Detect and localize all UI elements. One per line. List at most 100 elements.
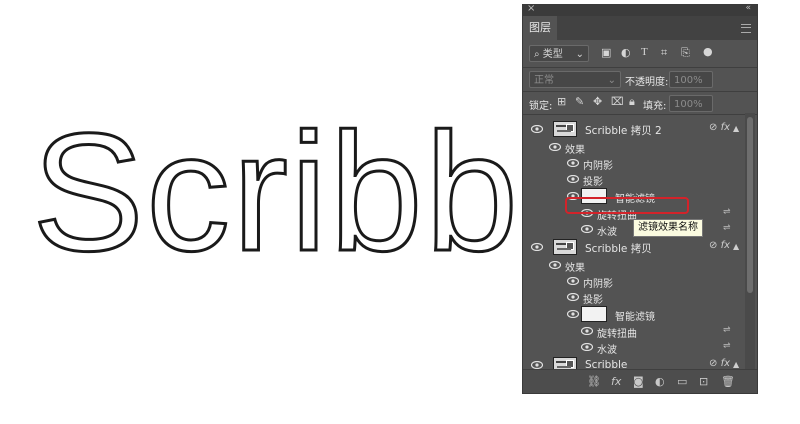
effects-label: 效果 [565, 145, 585, 156]
visibility-eye-icon[interactable] [567, 293, 579, 301]
delete-layer-icon[interactable]: 🗑︎ [721, 375, 735, 388]
visibility-eye-icon[interactable] [531, 125, 543, 133]
filter-kind-select[interactable]: ⌕ 类型 ⌄ [529, 45, 589, 62]
fill-label: 填充: [643, 101, 667, 112]
fill-value: 100% [674, 99, 703, 110]
fill-field[interactable]: 100% [669, 95, 713, 112]
canvas-text: Scribbl [32, 118, 522, 278]
effect-label: 投影 [583, 177, 603, 188]
effect-row[interactable]: 内阴影 [523, 155, 745, 172]
opacity-field[interactable]: 100% [669, 71, 713, 88]
panel-menu-icon[interactable] [741, 24, 751, 33]
link-layers-icon[interactable]: ⛓ [587, 375, 601, 388]
layer-name: Scribble 拷贝 [585, 243, 652, 255]
visibility-eye-icon[interactable] [567, 277, 579, 285]
layer-thumbnail [553, 239, 577, 255]
new-group-icon[interactable]: ▭ [677, 375, 687, 388]
effect-label: 内阴影 [583, 161, 613, 172]
lock-artboard-icon[interactable]: ⌧ [611, 95, 624, 108]
layer-name: Scribble 拷贝 2 [585, 125, 662, 137]
new-layer-icon[interactable]: ⊡ [699, 375, 708, 388]
lock-brush-icon[interactable]: ✎ [575, 95, 584, 108]
filter-row[interactable]: 旋转扭曲 ⇌ [523, 323, 745, 340]
smart-object-filter-icon[interactable]: ⎘ [681, 46, 690, 60]
effect-label: 投影 [583, 295, 603, 306]
visibility-eye-icon[interactable] [567, 159, 579, 167]
pixel-filter-icon[interactable]: ▣ [601, 46, 611, 59]
tooltip: 滤镜效果名称 [633, 219, 703, 237]
add-style-icon[interactable]: fx [611, 375, 621, 388]
fx-icon[interactable]: ⊘ fx [709, 358, 730, 369]
smart-object-badge-icon [566, 242, 574, 250]
tab-layers[interactable]: 图层 [523, 16, 557, 40]
chevron-down-icon: ⌄ [607, 75, 616, 86]
type-filter-icon[interactable]: T [641, 46, 648, 58]
divider [523, 91, 757, 92]
close-icon[interactable]: × [527, 5, 535, 14]
shape-filter-icon[interactable]: ⌗ [661, 46, 667, 60]
collapse-icon[interactable]: « [745, 5, 751, 13]
fx-icon[interactable]: ⊘ fx [709, 122, 730, 133]
visibility-eye-icon[interactable] [531, 361, 543, 369]
opacity-value: 100% [674, 75, 703, 86]
filter-options-icon[interactable]: ⇌ [723, 223, 731, 233]
filter-mask-thumbnail [581, 306, 607, 322]
filter-label: 水波 [597, 345, 617, 356]
divider [523, 67, 757, 68]
adjustment-filter-icon[interactable]: ◐ [621, 46, 631, 59]
effects-row[interactable]: 效果 [523, 139, 745, 156]
panel-titlebar: × « [523, 5, 757, 16]
visibility-eye-icon[interactable] [531, 243, 543, 251]
panel-bottom-toolbar: ⛓ fx ◙ ◐ ▭ ⊡ 🗑︎ [523, 369, 757, 393]
chevron-up-icon[interactable]: ▲ [733, 124, 739, 133]
highlight-box [565, 197, 689, 214]
layer-row[interactable]: Scribble 拷贝 ⊘ fx ▲ [523, 237, 745, 257]
layers-scrollbar[interactable] [745, 113, 755, 371]
smart-object-badge-icon [566, 360, 574, 368]
layer-row[interactable]: Scribble 拷贝 2 ⊘ fx ▲ [523, 119, 745, 139]
smart-object-badge-icon [566, 124, 574, 132]
filter-kind-label: 类型 [542, 49, 563, 60]
fx-icon[interactable]: ⊘ fx [709, 240, 730, 251]
scrollbar-thumb[interactable] [747, 117, 753, 293]
visibility-eye-icon[interactable] [581, 225, 593, 233]
effects-row[interactable]: 效果 [523, 257, 745, 274]
effects-label: 效果 [565, 263, 585, 274]
visibility-eye-icon[interactable] [549, 143, 561, 151]
blend-mode-value: 正常 [534, 75, 554, 86]
panel-tabbar: 图层 [523, 16, 757, 40]
new-adjustment-icon[interactable]: ◐ [655, 375, 665, 388]
lock-move-icon[interactable]: ✥ [593, 95, 602, 108]
search-icon: ⌕ [534, 49, 540, 60]
lock-transparent-icon[interactable]: ⊞ [557, 95, 566, 108]
visibility-eye-icon[interactable] [567, 175, 579, 183]
lock-label: 锁定: [529, 101, 553, 112]
chevron-down-icon: ⌄ [575, 49, 584, 60]
filter-row[interactable]: 水波 ⇌ [523, 339, 745, 356]
lock-all-icon[interactable]: 🔒︎ [629, 95, 635, 109]
layers-list: Scribble 拷贝 2 ⊘ fx ▲ 效果 内阴影 投影 智能滤镜 旋转扭曲… [523, 113, 745, 373]
visibility-eye-icon[interactable] [581, 327, 593, 335]
filter-options-icon[interactable]: ⇌ [723, 207, 731, 217]
filter-options-icon[interactable]: ⇌ [723, 325, 731, 335]
add-mask-icon[interactable]: ◙ [633, 375, 644, 388]
opacity-label: 不透明度: [625, 77, 669, 88]
filter-label: 水波 [597, 227, 617, 238]
layer-thumbnail [553, 121, 577, 137]
filter-toggle-icon[interactable]: ● [703, 45, 713, 58]
filter-label: 旋转扭曲 [597, 329, 637, 340]
canvas-artwork: Scribbl [30, 118, 523, 278]
visibility-eye-icon[interactable] [581, 343, 593, 351]
visibility-eye-icon[interactable] [567, 310, 579, 318]
filter-options-icon[interactable]: ⇌ [723, 341, 731, 351]
effect-label: 内阴影 [583, 279, 613, 290]
blend-mode-select[interactable]: 正常 ⌄ [529, 71, 621, 88]
visibility-eye-icon[interactable] [549, 261, 561, 269]
effect-row[interactable]: 内阴影 [523, 273, 745, 290]
chevron-up-icon[interactable]: ▲ [733, 360, 739, 369]
chevron-up-icon[interactable]: ▲ [733, 242, 739, 251]
effect-row[interactable]: 投影 [523, 289, 745, 306]
effect-row[interactable]: 投影 [523, 171, 745, 188]
smart-filters-row[interactable]: 智能滤镜 [523, 305, 745, 323]
smart-filters-label: 智能滤镜 [615, 312, 655, 323]
